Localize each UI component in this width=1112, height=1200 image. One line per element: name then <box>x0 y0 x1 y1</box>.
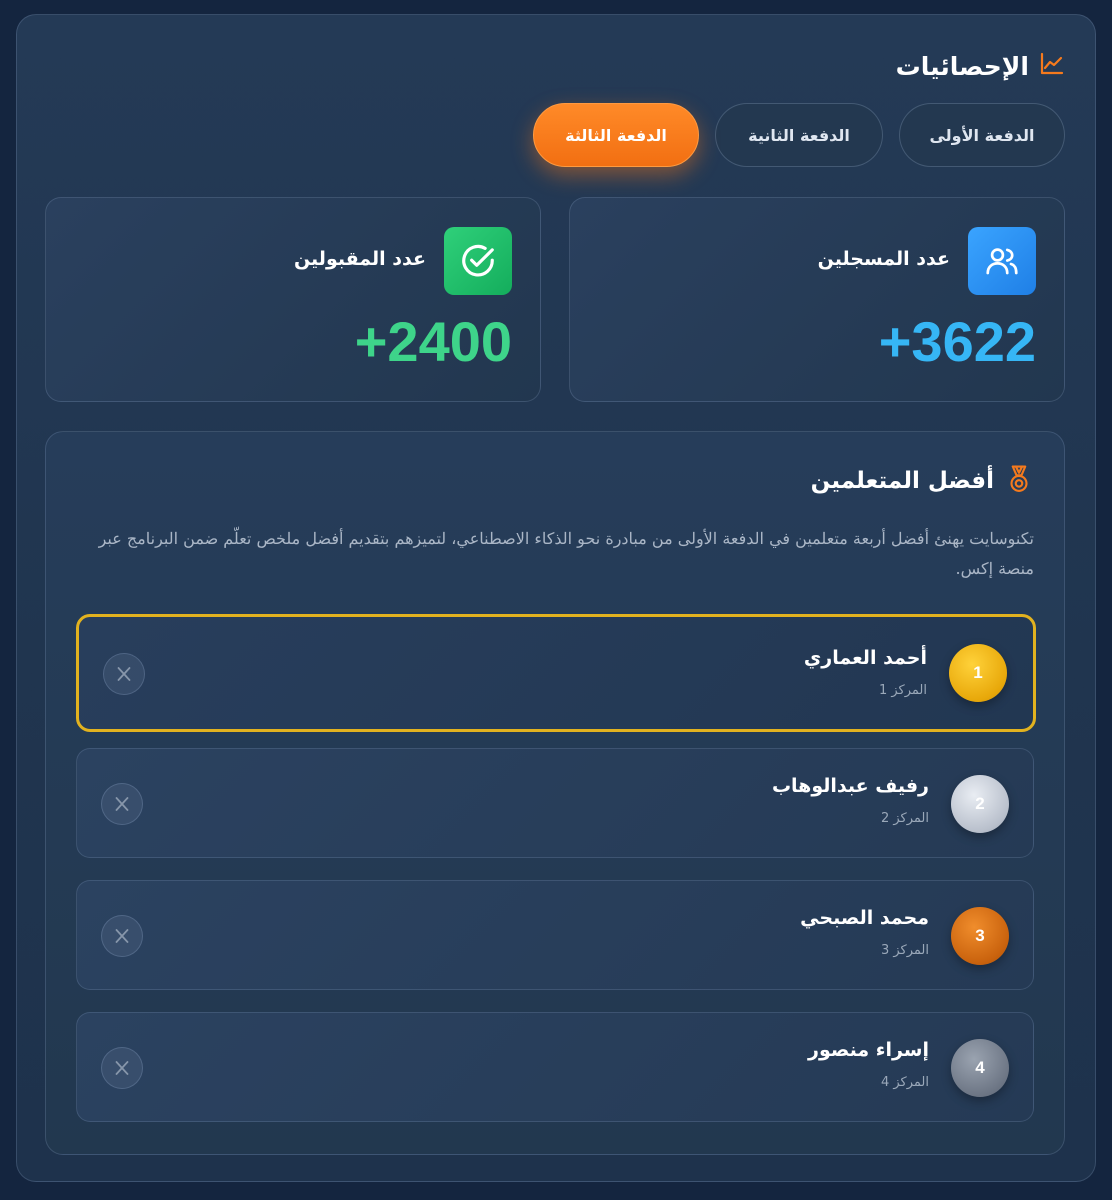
accepted-label: عدد المقبولين <box>293 248 426 270</box>
cohort-tabs: الدفعة الأولى الدفعة الثانية الدفعة الثا… <box>533 103 1065 167</box>
tab-first-cohort[interactable]: الدفعة الأولى <box>899 103 1065 167</box>
top-learners-header: أفضل المتعلمين <box>811 464 1034 498</box>
learner-row: 1 أحمد العماري المركز 1 <box>76 614 1036 732</box>
x-profile-button[interactable] <box>101 783 143 825</box>
learner-position: المركز 1 <box>878 683 927 698</box>
x-profile-button[interactable] <box>103 653 145 695</box>
rank-badge: 2 <box>951 775 1009 833</box>
line-chart-icon <box>1039 51 1065 81</box>
stats-header: الإحصائيات <box>896 51 1065 81</box>
x-logo-icon <box>115 1061 129 1075</box>
learner-position: المركز 3 <box>880 943 929 958</box>
learner-name: إسراء منصور <box>808 1039 929 1061</box>
learner-position: المركز 2 <box>880 811 929 826</box>
registered-stat-card: عدد المسجلين +3622 <box>569 197 1065 402</box>
x-profile-button[interactable] <box>101 915 143 957</box>
learner-row: 4 إسراء منصور المركز 4 <box>76 1012 1034 1122</box>
stats-panel: الإحصائيات الدفعة الأولى الدفعة الثانية … <box>16 14 1096 1182</box>
rank-badge: 4 <box>951 1039 1009 1097</box>
learner-name: أحمد العماري <box>803 647 927 669</box>
accepted-value: +2400 <box>354 310 512 373</box>
learner-row: 3 محمد الصبحي المركز 3 <box>76 880 1034 990</box>
x-profile-button[interactable] <box>101 1047 143 1089</box>
rank-badge: 1 <box>949 644 1007 702</box>
registered-label: عدد المسجلين <box>817 248 950 270</box>
tab-third-cohort[interactable]: الدفعة الثالثة <box>533 103 699 167</box>
top-learners-description: تكنوسايت يهنئ أفضل أربعة متعلمين في الدف… <box>98 529 1034 578</box>
learner-position: المركز 4 <box>880 1075 929 1090</box>
top-learners-section: أفضل المتعلمين تكنوسايت يهنئ أفضل أربعة … <box>45 431 1065 1155</box>
medal-icon <box>1004 464 1034 498</box>
users-icon <box>968 227 1036 295</box>
x-logo-icon <box>117 667 131 681</box>
check-circle-icon <box>444 227 512 295</box>
registered-value: +3622 <box>878 310 1036 373</box>
learner-name: محمد الصبحي <box>800 907 929 929</box>
learner-row: 2 رفيف عبدالوهاب المركز 2 <box>76 748 1034 858</box>
x-logo-icon <box>115 929 129 943</box>
tab-second-cohort[interactable]: الدفعة الثانية <box>715 103 883 167</box>
top-learners-title: أفضل المتعلمين <box>810 468 994 494</box>
rank-badge: 3 <box>951 907 1009 965</box>
x-logo-icon <box>115 797 129 811</box>
accepted-stat-card: عدد المقبولين +2400 <box>45 197 541 402</box>
stats-title: الإحصائيات <box>895 51 1029 81</box>
learner-name: رفيف عبدالوهاب <box>771 775 929 797</box>
